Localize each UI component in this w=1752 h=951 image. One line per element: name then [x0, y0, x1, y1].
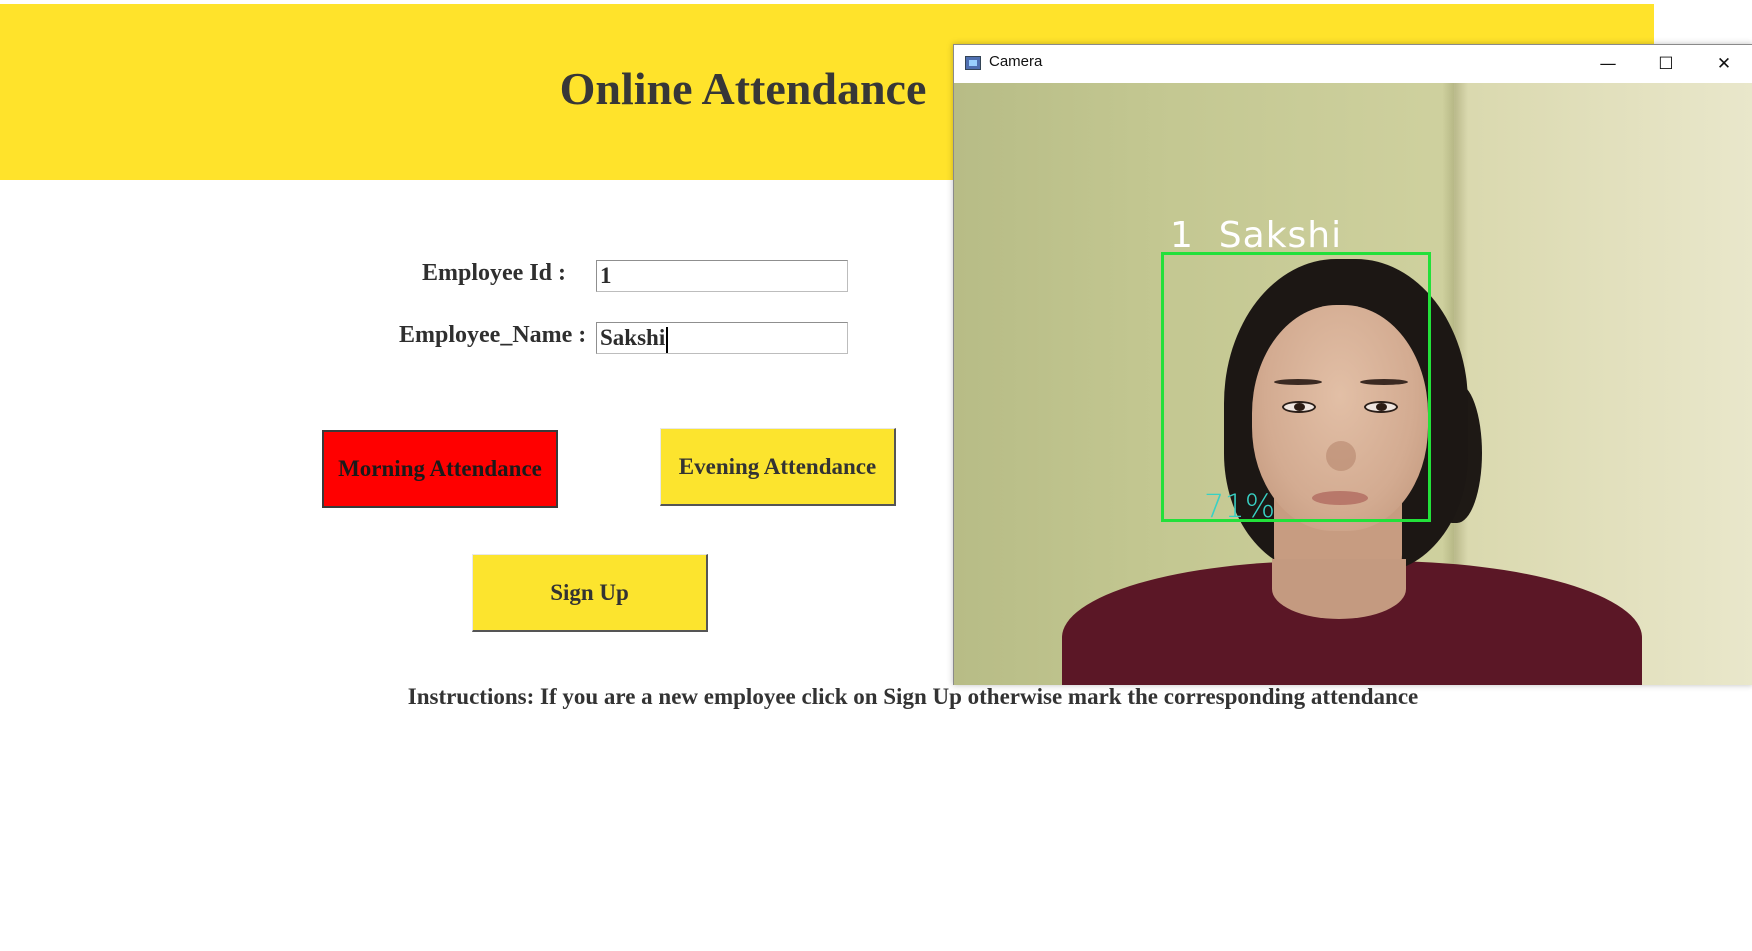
- camera-app-icon: [965, 56, 981, 70]
- minimize-icon[interactable]: —: [1579, 45, 1637, 82]
- camera-feed: 1 Sakshi 71%: [954, 83, 1752, 685]
- camera-titlebar[interactable]: Camera — ☐ ✕: [954, 45, 1752, 82]
- sign-up-button[interactable]: Sign Up: [472, 554, 708, 632]
- employee-name-input[interactable]: [596, 322, 848, 354]
- close-icon[interactable]: ✕: [1695, 45, 1752, 82]
- employee-id-input[interactable]: [596, 260, 848, 292]
- confidence-label: 71%: [1204, 487, 1276, 525]
- face-detection-box: [1161, 252, 1431, 522]
- face-id-label: 1 Sakshi: [1170, 215, 1343, 256]
- employee-name-label: Employee_Name :: [399, 322, 587, 348]
- evening-attendance-button[interactable]: Evening Attendance: [660, 428, 896, 506]
- text-caret: [666, 327, 668, 353]
- instructions-text: Instructions: If you are a new employee …: [407, 684, 1419, 709]
- camera-window-title: Camera: [989, 53, 1043, 70]
- person-collar: [1272, 559, 1406, 619]
- employee-id-label: Employee Id :: [422, 260, 566, 286]
- camera-window[interactable]: Camera — ☐ ✕ 1 Sakshi 71%: [953, 44, 1752, 685]
- morning-attendance-button[interactable]: Morning Attendance: [322, 430, 558, 508]
- maximize-icon[interactable]: ☐: [1637, 45, 1695, 82]
